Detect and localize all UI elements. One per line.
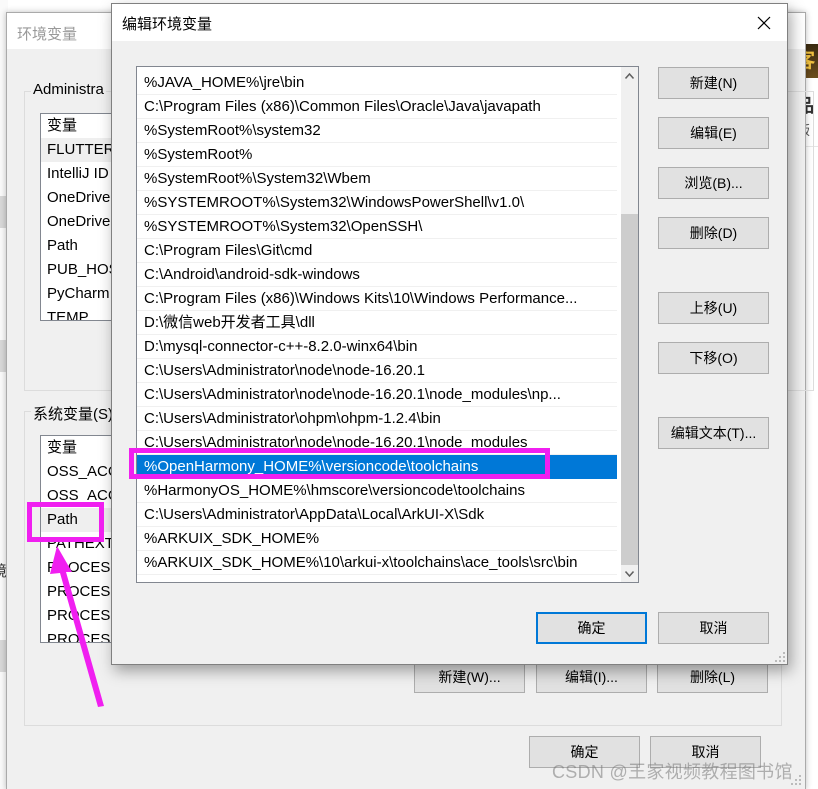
annotation-arrow-icon — [50, 546, 104, 707]
watermark: CSDN @王家视频教程图书馆 — [552, 762, 793, 782]
